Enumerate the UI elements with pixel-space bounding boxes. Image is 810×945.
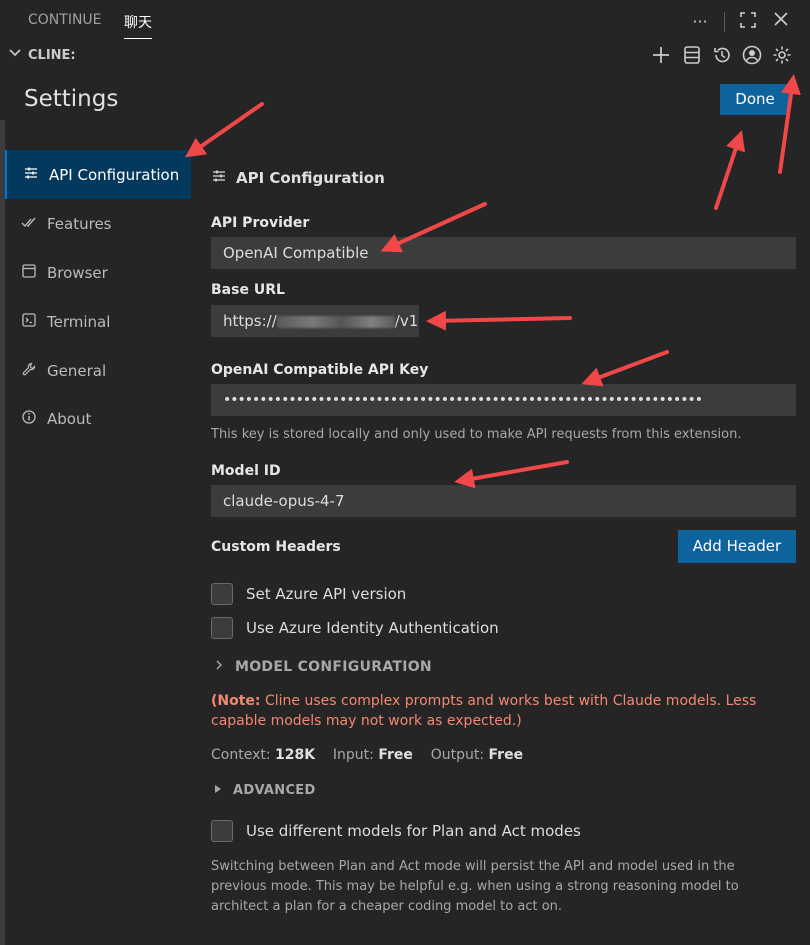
model-id-label: Model ID xyxy=(211,463,281,479)
sidebar-item-terminal[interactable]: Terminal xyxy=(5,297,191,346)
azure-identity-checkbox-row[interactable]: Use Azure Identity Authentication xyxy=(211,617,499,639)
checkbox[interactable] xyxy=(211,820,233,842)
wrench-icon xyxy=(19,361,39,381)
azure-version-checkbox-row[interactable]: Set Azure API version xyxy=(211,583,406,605)
database-icon[interactable] xyxy=(681,44,705,68)
check-double-icon xyxy=(19,214,39,234)
maximize-icon[interactable] xyxy=(737,11,759,33)
model-stats: Context: 128K Input: Free Output: Free xyxy=(211,747,524,763)
gear-icon[interactable] xyxy=(771,44,795,68)
annotation-arrow xyxy=(581,350,669,387)
model-note: (Note: Cline uses complex prompts and wo… xyxy=(211,693,757,729)
annotation-arrow xyxy=(454,460,569,489)
tab-continue[interactable]: CONTINUE xyxy=(28,12,102,28)
api-key-input[interactable]: ••••••••••••••••••••••••••••••••••••••••… xyxy=(211,384,796,416)
model-id-input[interactable]: claude-opus-4-7 xyxy=(211,485,796,517)
api-key-label: OpenAI Compatible API Key xyxy=(211,362,429,378)
checkbox[interactable] xyxy=(211,583,233,605)
annotation-arrow xyxy=(426,310,572,331)
tab-chat[interactable]: 聊天 xyxy=(124,12,152,39)
sidebar-item-features[interactable]: Features xyxy=(5,199,191,248)
sidebar-item-label: Browser xyxy=(47,263,108,282)
chevron-down-icon[interactable] xyxy=(8,46,22,64)
custom-headers-label: Custom Headers xyxy=(211,539,341,555)
api-provider-label: API Provider xyxy=(211,215,310,231)
sidebar-item-label: About xyxy=(47,409,92,428)
close-icon[interactable] xyxy=(770,11,792,33)
sidebar-item-label: Terminal xyxy=(47,312,111,331)
sliders-icon xyxy=(21,165,41,185)
api-provider-select[interactable]: OpenAI Compatible xyxy=(211,237,796,269)
panel-title: CLINE: xyxy=(28,48,76,63)
sidebar-item-label: General xyxy=(47,361,107,380)
history-icon[interactable] xyxy=(711,44,735,68)
base-url-input[interactable]: https:///v1 xyxy=(211,305,419,337)
base-url-label: Base URL xyxy=(211,282,285,298)
browser-icon xyxy=(19,263,39,283)
section-title: API Configuration xyxy=(211,168,385,188)
info-icon xyxy=(19,409,39,429)
plan-act-checkbox-row[interactable]: Use different models for Plan and Act mo… xyxy=(211,820,581,842)
sidebar-item-api-configuration[interactable]: API Configuration xyxy=(5,150,191,199)
plan-act-hint: Switching between Plan and Act mode will… xyxy=(211,859,739,914)
annotation-arrow xyxy=(714,130,746,210)
sliders-icon xyxy=(211,168,227,188)
annotation-arrow xyxy=(185,102,264,158)
done-button[interactable]: Done xyxy=(720,84,790,115)
account-icon[interactable] xyxy=(741,44,765,68)
sidebar-item-label: Features xyxy=(47,214,112,233)
divider xyxy=(724,12,725,32)
triangle-right-icon xyxy=(213,783,223,798)
sidebar-item-label: API Configuration xyxy=(49,165,180,184)
terminal-icon xyxy=(19,312,39,332)
sidebar-item-general[interactable]: General xyxy=(5,346,191,395)
sidebar-item-about[interactable]: About xyxy=(5,394,191,443)
redacted-host xyxy=(276,315,395,328)
advanced-toggle[interactable]: ADVANCED xyxy=(213,783,316,798)
checkbox[interactable] xyxy=(211,617,233,639)
plus-icon[interactable] xyxy=(650,44,674,68)
annotation-arrows xyxy=(185,74,801,489)
add-header-button[interactable]: Add Header xyxy=(678,530,796,563)
sidebar-item-browser[interactable]: Browser xyxy=(5,248,191,297)
page-title: Settings xyxy=(24,86,119,112)
model-configuration-toggle[interactable]: MODEL CONFIGURATION xyxy=(213,659,432,675)
chevron-right-icon xyxy=(213,659,225,675)
api-key-hint: This key is stored locally and only used… xyxy=(211,427,742,442)
more-icon[interactable]: ··· xyxy=(689,11,711,33)
